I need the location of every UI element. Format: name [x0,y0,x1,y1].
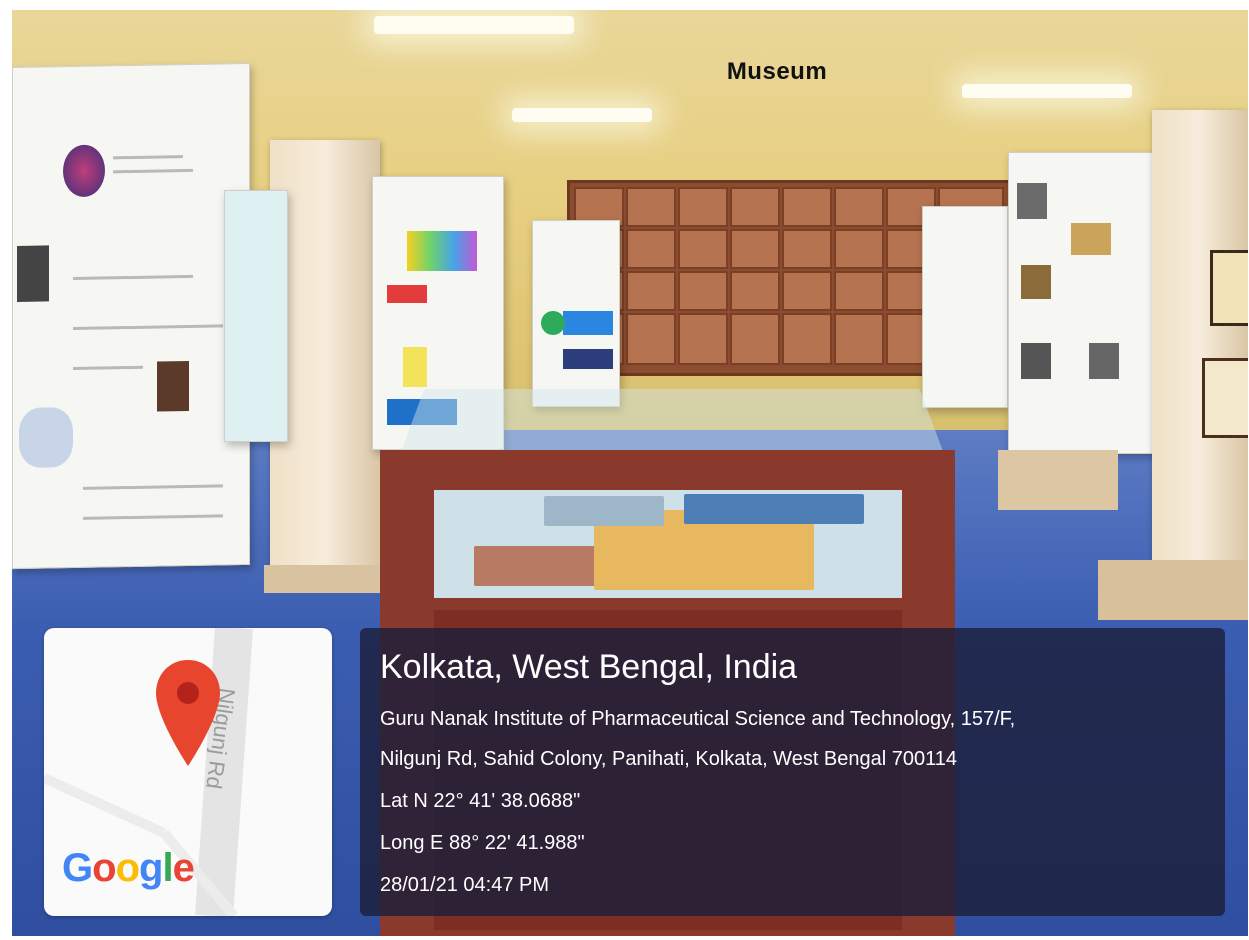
ceiling-light [962,84,1132,98]
ceiling-light [512,108,652,122]
location-info-box: Kolkata, West Bengal, India Guru Nanak I… [360,628,1225,916]
pillar-base [264,565,384,593]
photo-frame: Museum Nilgunj Rd Google Kolkata, West B… [0,0,1249,940]
address-line-2: Nilgunj Rd, Sahid Colony, Panihati, Kolk… [380,748,958,770]
poster-teal [224,190,288,442]
poster-right [1008,152,1162,454]
map-pin-icon [156,660,220,766]
poster-small-right [922,206,1008,408]
photo-title: Museum [726,58,828,85]
map-thumbnail[interactable]: Nilgunj Rd Google [44,628,332,916]
poster-left [12,62,250,570]
showcase-top [398,389,946,459]
panel-base [998,450,1118,510]
poster-blue [532,220,620,407]
address-line-1: Guru Nanak Institute of Pharmaceutical S… [380,708,1016,730]
location-title: Kolkata, West Bengal, India [380,648,798,686]
frame-right [1202,358,1248,438]
timestamp: 28/01/21 04:47 PM [380,874,550,896]
latitude: Lat N 22° 41' 38.0688" [380,790,581,812]
display-pillar-right [1152,110,1248,600]
pillar-base [1098,560,1248,620]
longitude: Long E 88° 22' 41.988" [380,832,585,854]
frame-right [1210,250,1248,326]
ceiling-light [374,16,574,34]
google-logo: Google [62,846,195,890]
